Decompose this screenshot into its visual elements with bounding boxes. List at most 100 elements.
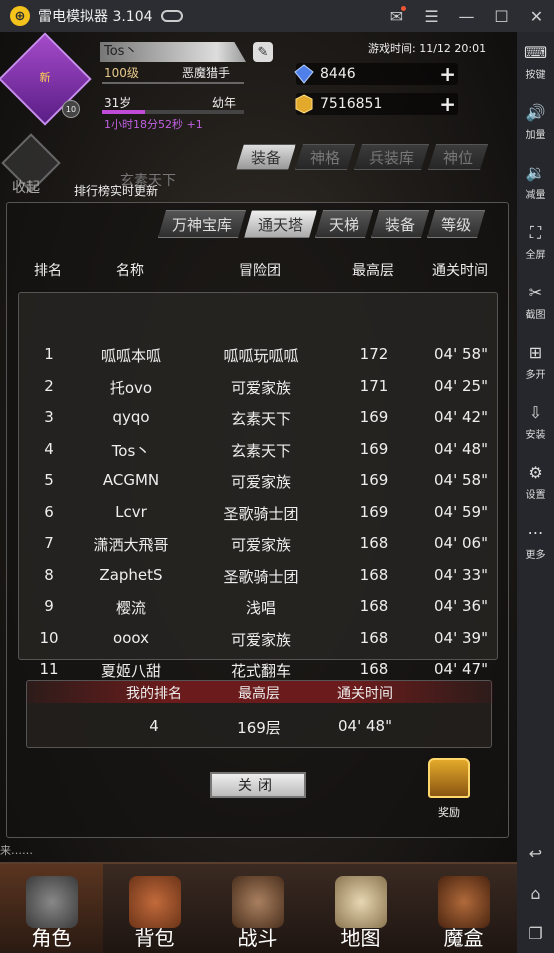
home-icon[interactable]: ⌂ <box>517 873 554 913</box>
my-rank-label: 我的排名 <box>126 686 182 702</box>
my-floor-label: 最高层 <box>238 686 280 702</box>
close-button[interactable]: 关闭 <box>210 772 306 798</box>
cell-time: 04' 42" <box>434 408 488 426</box>
divider <box>102 82 244 84</box>
cell-floor: 169 <box>359 439 389 458</box>
tab-armory[interactable]: 兵装库 <box>354 144 429 170</box>
avatar-new-tag: 新 <box>39 71 51 84</box>
my-rank-value: 4 <box>149 717 159 735</box>
sidebar-item-volume-up[interactable]: 🔊 加量 <box>517 92 554 152</box>
age-timer: 1小时18分52秒 +1 <box>104 118 203 131</box>
tab-ladder[interactable]: 天梯 <box>315 210 373 238</box>
table-row[interactable]: 1 呱呱本呱 呱呱玩呱呱 172 04' 58" <box>19 339 499 369</box>
cell-name: 托ovo <box>109 378 153 397</box>
nav-magic-box[interactable]: 魔盒 <box>412 864 515 953</box>
app-logo-icon: ⊕ <box>10 6 30 26</box>
table-row[interactable]: 2 托ovo 可爱家族 171 04' 25" <box>19 371 499 401</box>
nav-backpack[interactable]: 背包 <box>103 864 206 953</box>
cell-name: qyqo <box>112 408 150 426</box>
back-icon[interactable]: ↩ <box>517 833 554 873</box>
ranking-table: 1 呱呱本呱 呱呱玩呱呱 172 04' 58" 2 托ovo 可爱家族 171 04' 25" 3… <box>18 292 499 680</box>
volume-down-icon: 🔉 <box>525 163 546 182</box>
close-window-button[interactable]: ✕ <box>519 0 554 32</box>
edit-name-icon[interactable]: ✎ <box>253 42 273 62</box>
player-age: 31岁 <box>104 96 132 110</box>
nav-map[interactable]: 地图 <box>309 864 412 953</box>
table-row[interactable]: 5 ACGMN 可爱家族 169 04' 58" <box>19 465 499 495</box>
recents-icon[interactable]: ❐ <box>517 913 554 953</box>
header-floor: 最高层 <box>352 263 394 279</box>
table-row[interactable]: 6 Lcvr 圣歌骑士团 169 04' 59" <box>19 497 499 527</box>
cell-name: 樱流 <box>115 599 147 617</box>
gold-counter: 7516851 + <box>295 92 458 116</box>
player-age-stage: 幼年 <box>212 96 237 110</box>
multi-open-icon: ⊞ <box>528 343 543 362</box>
tab-level-rank[interactable]: 等级 <box>427 210 485 238</box>
cell-floor: 172 <box>359 345 389 363</box>
table-row[interactable]: 10 ooox 可爱家族 168 04' 39" <box>19 623 499 653</box>
sidebar-item-fullscreen[interactable]: ⛶ 全屏 <box>517 212 554 272</box>
sidebar-item-install[interactable]: ⇩ 安装 <box>517 392 554 452</box>
tab-pantheon-vault[interactable]: 万神宝库 <box>158 210 246 238</box>
add-diamond-button[interactable]: + <box>439 62 456 86</box>
scissors-icon: ✂ <box>528 283 543 302</box>
tab-sky-tower[interactable]: 通天塔 <box>244 210 317 238</box>
cell-floor: 169 <box>359 408 389 426</box>
cell-time: 04' 39" <box>434 628 488 647</box>
mail-icon[interactable]: ✉ <box>379 0 414 32</box>
age-progress-fill <box>102 110 145 114</box>
cell-name: 潇洒大飛哥 <box>93 536 169 554</box>
cell-name: 夏姬八甜 <box>100 662 162 680</box>
minimize-button[interactable]: — <box>449 0 484 32</box>
sidebar-item-keys[interactable]: ⌨ 按键 <box>517 32 554 92</box>
sidebar-item-screenshot[interactable]: ✂ 截图 <box>517 272 554 332</box>
menu-icon[interactable]: ☰ <box>414 0 449 32</box>
sidebar-item-multi[interactable]: ⊞ 多开 <box>517 332 554 392</box>
header-rank: 排名 <box>34 263 62 279</box>
add-gold-button[interactable]: + <box>439 92 456 116</box>
maximize-button[interactable]: ☐ <box>484 0 519 32</box>
age-progress-bar <box>102 110 244 114</box>
gamepad-icon[interactable] <box>160 10 183 22</box>
cell-guild: 可爱家族 <box>230 630 292 649</box>
more-icon: ⋯ <box>527 523 544 542</box>
reward-button[interactable]: 奖励 <box>424 758 474 824</box>
cell-time: 04' 58" <box>434 345 488 363</box>
table-row[interactable]: 3 qyqo 玄素天下 169 04' 42" <box>19 402 499 432</box>
table-row[interactable]: 8 ZaphetS 圣歌骑士团 168 04' 33" <box>19 560 499 590</box>
nav-battle[interactable]: 战斗 <box>206 864 309 953</box>
nav-character[interactable]: 角色 <box>0 864 103 953</box>
cell-floor: 168 <box>359 660 389 678</box>
cell-floor: 168 <box>359 628 389 647</box>
player-level: 100级 <box>104 66 139 80</box>
tab-gear-rank[interactable]: 装备 <box>371 210 429 238</box>
news-ticker: 来…… <box>0 844 33 857</box>
cell-guild: 玄素天下 <box>230 410 292 428</box>
cell-rank: 8 <box>44 565 54 584</box>
cell-guild: 可爱家族 <box>230 378 292 397</box>
ranking-tabs: 万神宝库 通天塔 天梯 装备 等级 <box>158 210 483 240</box>
gear-icon: ⚙ <box>528 463 543 482</box>
tab-equipment[interactable]: 装备 <box>236 144 296 170</box>
tab-god-position[interactable]: 神位 <box>428 144 488 170</box>
helmet-icon <box>25 876 78 928</box>
game-screen: 新 10 Tos丶 ✎ 100级 恶魔猎手 31岁 幼年 1小时18分52秒 +… <box>0 32 517 953</box>
tab-godhood[interactable]: 神格 <box>295 144 355 170</box>
cell-floor: 171 <box>359 376 389 395</box>
table-row[interactable]: 4 Tos丶 玄素天下 169 04' 48" <box>19 434 499 464</box>
sidebar-item-settings[interactable]: ⚙ 设置 <box>517 452 554 512</box>
cell-time: 04' 36" <box>434 597 488 615</box>
sidebar-item-volume-down[interactable]: 🔉 减量 <box>517 152 554 212</box>
sidebar-item-more[interactable]: ⋯ 更多 <box>517 512 554 572</box>
title-bar: ⊕ 雷电模拟器 3.104 ✉ ☰ — ☐ ✕ <box>0 0 554 32</box>
table-row[interactable]: 9 樱流 浅唱 168 04' 36" <box>19 591 499 621</box>
my-time-value: 04' 48" <box>338 717 392 735</box>
treasure-chest-icon <box>428 758 470 798</box>
cell-rank: 7 <box>44 534 54 552</box>
player-name: Tos丶 <box>100 42 246 62</box>
ranking-table-header: 排名 名称 冒险团 最高层 通关时间 <box>18 260 498 280</box>
my-ranking-header: 我的排名 最高层 通关时间 <box>27 681 493 703</box>
keyboard-icon: ⌨ <box>523 43 548 62</box>
table-row[interactable]: 7 潇洒大飛哥 可爱家族 168 04' 06" <box>19 528 499 558</box>
cell-rank: 9 <box>44 597 54 615</box>
